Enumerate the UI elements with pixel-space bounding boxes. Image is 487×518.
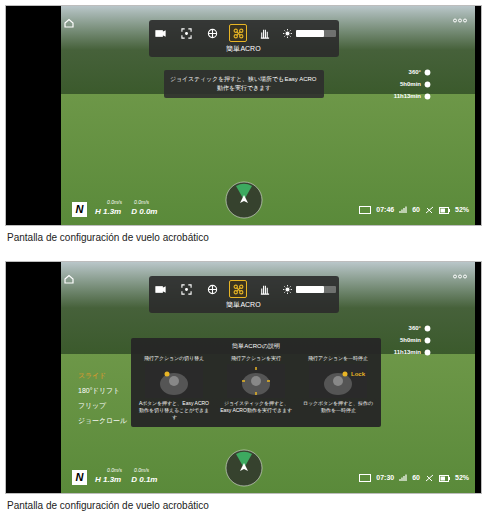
toolbar: 簡単ACRO <box>149 276 339 313</box>
figure-caption: Pantalla de configuración de vuelo acrob… <box>5 226 482 261</box>
explanation-column: 飛行アクションを一時停止Lockロックボタンを押すと、操作の動作を一時停止 <box>301 355 375 421</box>
stat-row: 11h13min <box>394 348 431 357</box>
toolbar: 簡単ACRO <box>149 20 339 57</box>
explanation-panel: 簡単ACROの説明飛行アクションの切り替えAボタンを押すと、Easy ACRO動… <box>131 338 381 427</box>
toolbar-button[interactable] <box>177 24 195 42</box>
telemetry: N0.0m/s0.0m/sH 1.3mD 0.1m <box>72 466 157 485</box>
more-icon[interactable] <box>453 274 467 279</box>
stat-row: 5h0min <box>400 80 431 89</box>
right-stats: 360° 5h0min 11h13min <box>394 68 431 101</box>
toolbar-button[interactable] <box>151 280 169 298</box>
toolbar-button[interactable] <box>255 280 273 298</box>
status-bar: 07:306052% <box>359 473 469 483</box>
toolbar-button[interactable] <box>229 24 247 42</box>
stat-row: 360° <box>409 324 431 333</box>
battery-icon <box>439 207 450 214</box>
signal-icon <box>399 206 407 214</box>
app-screenshot: 簡単ACRO 360° 5h0min 11h13min スライド 180°ドリフトフリップ… <box>5 261 482 494</box>
stat-row: 11h13min <box>394 92 431 101</box>
gps-icon <box>359 474 371 482</box>
menu-item[interactable]: 180°ドリフト <box>78 385 127 396</box>
menu-item[interactable]: ジョークロール <box>78 415 127 426</box>
signal-icon <box>399 474 407 482</box>
hand-icon <box>259 284 270 295</box>
stat-icon <box>424 93 431 100</box>
controller-illustration-icon <box>227 364 285 398</box>
more-icon[interactable] <box>453 18 467 23</box>
logo: N <box>72 202 87 217</box>
stat-row: 5h0min <box>400 336 431 345</box>
menu-item[interactable]: スライド <box>78 370 127 381</box>
toolbar-button[interactable] <box>203 24 221 42</box>
panel-title: 簡単ACROの説明 <box>232 342 279 351</box>
telemetry: N0.0m/s0.0m/sH 1.3mD 0.0m <box>72 198 157 217</box>
toolbar-button[interactable] <box>151 24 169 42</box>
frame-icon <box>181 284 192 295</box>
controller-illustration-icon <box>145 364 203 398</box>
video-icon <box>155 28 166 39</box>
stat-icon <box>424 81 431 88</box>
gimbal-icon <box>207 28 218 39</box>
gps-icon <box>359 206 371 214</box>
stat-icon <box>424 325 431 332</box>
controller-illustration-icon <box>309 364 367 398</box>
hand-icon <box>259 28 270 39</box>
figure-caption: Pantalla de configuración de vuelo acrob… <box>5 494 482 518</box>
document-page: 簡単ACRO ジョイスティックを押すと、狭い場所でもEasy ACRO動作を実行で… <box>0 0 487 518</box>
radar-icon <box>225 181 263 219</box>
toolbar-button[interactable] <box>229 280 247 298</box>
stat-icon <box>424 349 431 356</box>
tooltip: ジョイスティックを押すと、狭い場所でもEasy ACRO動作を実行できます <box>164 70 324 98</box>
acro-menu: スライド 180°ドリフトフリップジョークロール <box>78 370 127 426</box>
logo: N <box>72 470 87 485</box>
lock-badge: Lock <box>351 370 365 378</box>
frame-icon <box>181 28 192 39</box>
brightness-control[interactable] <box>283 29 336 38</box>
app-screenshot: 簡単ACRO ジョイスティックを押すと、狭い場所でもEasy ACRO動作を実行で… <box>5 5 482 226</box>
sun-icon <box>283 29 292 38</box>
figure: 簡単ACRO ジョイスティックを押すと、狭い場所でもEasy ACRO動作を実行で… <box>5 5 482 261</box>
figure: 簡単ACRO 360° 5h0min 11h13min スライド 180°ドリフトフリップ… <box>5 261 482 518</box>
sun-icon <box>283 285 292 294</box>
explanation-column: 飛行アクションの切り替えAボタンを押すと、Easy ACRO動作を切り替えること… <box>137 355 211 421</box>
toolbar-button[interactable] <box>203 280 221 298</box>
satellite-icon <box>425 474 434 482</box>
brightness-control[interactable] <box>283 285 336 294</box>
toolbar-button[interactable] <box>255 24 273 42</box>
home-icon[interactable] <box>64 18 74 28</box>
status-bar: 07:466052% <box>359 205 469 215</box>
home-icon[interactable] <box>64 274 74 284</box>
right-stats: 360° 5h0min 11h13min <box>394 324 431 357</box>
video-icon <box>155 284 166 295</box>
gimbal-icon <box>207 284 218 295</box>
stat-icon <box>424 69 431 76</box>
drone-acro-icon <box>233 284 244 295</box>
stat-row: 360° <box>409 68 431 77</box>
drone-acro-icon <box>233 28 244 39</box>
mode-label: 簡単ACRO <box>226 44 260 54</box>
battery-icon <box>439 475 450 482</box>
radar-icon <box>225 449 263 487</box>
explanation-column: 飛行アクションを実行ジョイスティックを押すと、Easy ACRO動作を実行できま… <box>219 355 293 421</box>
menu-item[interactable]: フリップ <box>78 400 127 411</box>
mode-label: 簡単ACRO <box>226 300 260 310</box>
stat-icon <box>424 337 431 344</box>
satellite-icon <box>425 206 434 214</box>
toolbar-button[interactable] <box>177 280 195 298</box>
